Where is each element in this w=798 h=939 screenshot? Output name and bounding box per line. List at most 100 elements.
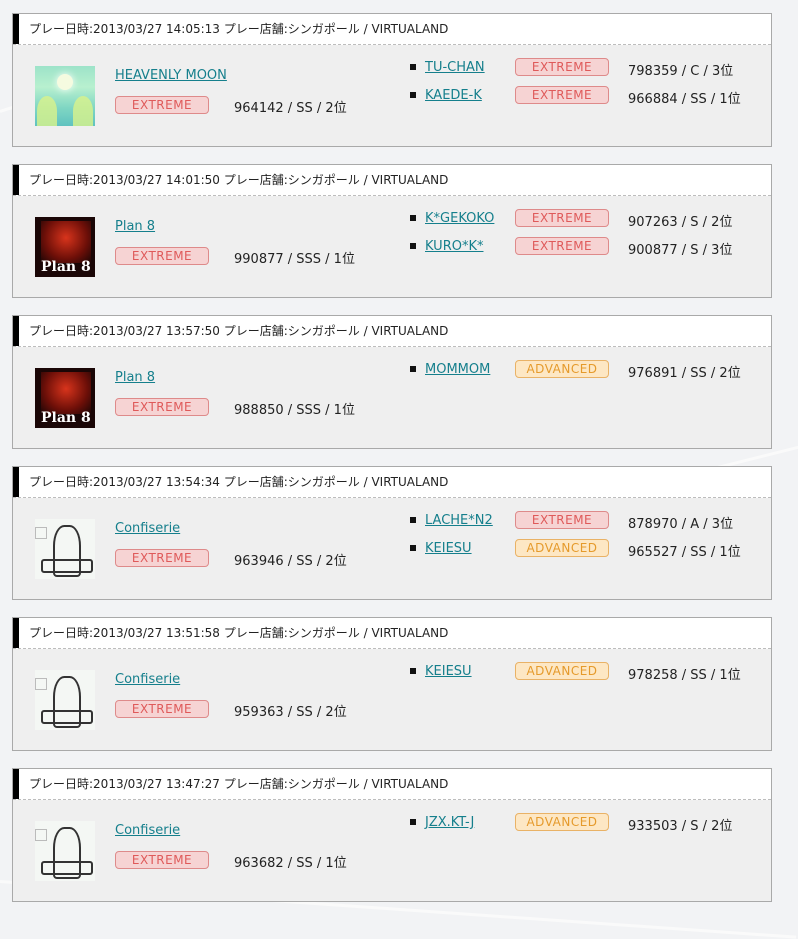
play-info: プレー日時:2013/03/27 13:57:50 プレー店舗:シンガポール /…: [29, 324, 449, 338]
rival-name-link[interactable]: K*GEKOKO: [425, 211, 494, 226]
rival-name-link[interactable]: TU-CHAN: [425, 60, 485, 75]
confiserie-jacket: [35, 821, 95, 881]
entry-header: プレー日時:2013/03/27 13:47:27 プレー店舗:シンガポール /…: [13, 769, 771, 800]
song-title-link[interactable]: Confiserie: [115, 823, 180, 838]
song-title-link[interactable]: Confiserie: [115, 521, 180, 536]
song-title-link[interactable]: Confiserie: [115, 672, 180, 687]
difficulty-badge: EXTREME: [115, 851, 209, 869]
rival-row: JZX.KT-J ADVANCED 933503 / S / 2位: [410, 813, 770, 834]
play-shop: シンガポール / VIRTUALAND: [287, 173, 449, 187]
rival-score: 798359 / C / 3位: [628, 64, 734, 79]
player-score: 988850 / SSS / 1位: [234, 403, 355, 418]
play-entry: プレー日時:2013/03/27 13:57:50 プレー店舗:シンガポール /…: [12, 315, 772, 449]
rival-row: TU-CHAN EXTREME 798359 / C / 3位: [410, 58, 770, 79]
entry-header: プレー日時:2013/03/27 14:05:13 プレー店舗:シンガポール /…: [13, 14, 771, 45]
player-score: 963946 / SS / 2位: [234, 554, 347, 569]
rival-name-link[interactable]: LACHE*N2: [425, 513, 493, 528]
rival-difficulty-badge: EXTREME: [515, 58, 609, 76]
rival-score: 878970 / A / 3位: [628, 517, 734, 532]
play-time: 2013/03/27 13:51:58: [93, 626, 220, 640]
player-score: 990877 / SSS / 1位: [234, 252, 355, 267]
entry-header: プレー日時:2013/03/27 14:01:50 プレー店舗:シンガポール /…: [13, 165, 771, 196]
rival-score: 907263 / S / 2位: [628, 215, 733, 230]
header-accent-bar: [13, 467, 19, 497]
rival-name-link[interactable]: KURO*K*: [425, 239, 483, 254]
play-time: 2013/03/27 13:54:34: [93, 475, 220, 489]
play-info: プレー日時:2013/03/27 14:01:50 プレー店舗:シンガポール /…: [29, 173, 449, 187]
rival-score: 966884 / SS / 1位: [628, 92, 741, 107]
play-info: プレー日時:2013/03/27 13:51:58 プレー店舗:シンガポール /…: [29, 626, 449, 640]
entry-header: プレー日時:2013/03/27 13:51:58 プレー店舗:シンガポール /…: [13, 618, 771, 649]
difficulty-badge: EXTREME: [115, 700, 209, 718]
play-shop: シンガポール / VIRTUALAND: [287, 22, 449, 36]
rival-row: KURO*K* EXTREME 900877 / S / 3位: [410, 237, 770, 258]
play-shop: シンガポール / VIRTUALAND: [287, 475, 449, 489]
play-time: 2013/03/27 13:47:27: [93, 777, 220, 791]
bullet-icon: [410, 243, 416, 249]
play-entry: プレー日時:2013/03/27 13:51:58 プレー店舗:シンガポール /…: [12, 617, 772, 751]
play-entry: プレー日時:2013/03/27 13:47:27 プレー店舗:シンガポール /…: [12, 768, 772, 902]
rival-difficulty-badge: ADVANCED: [515, 360, 609, 378]
difficulty-badge: EXTREME: [115, 398, 209, 416]
rival-difficulty-badge: ADVANCED: [515, 813, 609, 831]
rival-difficulty-badge: EXTREME: [515, 511, 609, 529]
play-info: プレー日時:2013/03/27 14:05:13 プレー店舗:シンガポール /…: [29, 22, 449, 36]
rival-name-link[interactable]: MOMMOM: [425, 362, 490, 377]
play-shop: シンガポール / VIRTUALAND: [287, 777, 449, 791]
rival-name-link[interactable]: KEIESU: [425, 541, 472, 556]
play-shop: シンガポール / VIRTUALAND: [287, 324, 449, 338]
player-score: 964142 / SS / 2位: [234, 101, 347, 116]
play-entry: プレー日時:2013/03/27 14:01:50 プレー店舗:シンガポール /…: [12, 164, 772, 298]
difficulty-badge: EXTREME: [115, 247, 209, 265]
song-title-link[interactable]: Plan 8: [115, 370, 155, 385]
play-time: 2013/03/27 13:57:50: [93, 324, 220, 338]
entry-header: プレー日時:2013/03/27 13:54:34 プレー店舗:シンガポール /…: [13, 467, 771, 498]
rival-row: KAEDE-K EXTREME 966884 / SS / 1位: [410, 86, 770, 107]
song-title-link[interactable]: Plan 8: [115, 219, 155, 234]
rival-score: 978258 / SS / 1位: [628, 668, 741, 683]
play-entry: プレー日時:2013/03/27 14:05:13 プレー店舗:シンガポール /…: [12, 13, 772, 147]
rival-row: MOMMOM ADVANCED 976891 / SS / 2位: [410, 360, 770, 381]
rival-difficulty-badge: EXTREME: [515, 237, 609, 255]
bullet-icon: [410, 545, 416, 551]
rival-difficulty-badge: EXTREME: [515, 86, 609, 104]
play-entry: プレー日時:2013/03/27 13:54:34 プレー店舗:シンガポール /…: [12, 466, 772, 600]
play-time: 2013/03/27 14:01:50: [93, 173, 220, 187]
header-accent-bar: [13, 316, 19, 346]
player-score: 959363 / SS / 2位: [234, 705, 347, 720]
heavenly-moon-jacket: [35, 66, 95, 126]
plan8-jacket: Plan 8: [35, 368, 95, 428]
rival-difficulty-badge: EXTREME: [515, 209, 609, 227]
rival-score: 933503 / S / 2位: [628, 819, 733, 834]
song-title-link[interactable]: HEAVENLY MOON: [115, 68, 227, 83]
header-accent-bar: [13, 165, 19, 195]
bullet-icon: [410, 92, 416, 98]
play-shop: シンガポール / VIRTUALAND: [287, 626, 449, 640]
rival-difficulty-badge: ADVANCED: [515, 539, 609, 557]
rival-row: LACHE*N2 EXTREME 878970 / A / 3位: [410, 511, 770, 532]
plan8-jacket: Plan 8: [35, 217, 95, 277]
rival-name-link[interactable]: KEIESU: [425, 664, 472, 679]
rival-difficulty-badge: ADVANCED: [515, 662, 609, 680]
rival-score: 965527 / SS / 1位: [628, 545, 741, 560]
play-time: 2013/03/27 14:05:13: [93, 22, 220, 36]
bullet-icon: [410, 819, 416, 825]
play-info: プレー日時:2013/03/27 13:54:34 プレー店舗:シンガポール /…: [29, 475, 449, 489]
confiserie-jacket: [35, 670, 95, 730]
difficulty-badge: EXTREME: [115, 549, 209, 567]
rival-name-link[interactable]: JZX.KT-J: [425, 815, 474, 830]
entry-header: プレー日時:2013/03/27 13:57:50 プレー店舗:シンガポール /…: [13, 316, 771, 347]
header-accent-bar: [13, 14, 19, 44]
bullet-icon: [410, 366, 416, 372]
rival-score: 900877 / S / 3位: [628, 243, 733, 258]
bullet-icon: [410, 668, 416, 674]
rival-score: 976891 / SS / 2位: [628, 366, 741, 381]
rival-name-link[interactable]: KAEDE-K: [425, 88, 482, 103]
header-accent-bar: [13, 769, 19, 799]
header-accent-bar: [13, 618, 19, 648]
player-score: 963682 / SS / 1位: [234, 856, 347, 871]
bullet-icon: [410, 517, 416, 523]
rival-row: K*GEKOKO EXTREME 907263 / S / 2位: [410, 209, 770, 230]
rival-row: KEIESU ADVANCED 978258 / SS / 1位: [410, 662, 770, 683]
rival-row: KEIESU ADVANCED 965527 / SS / 1位: [410, 539, 770, 560]
